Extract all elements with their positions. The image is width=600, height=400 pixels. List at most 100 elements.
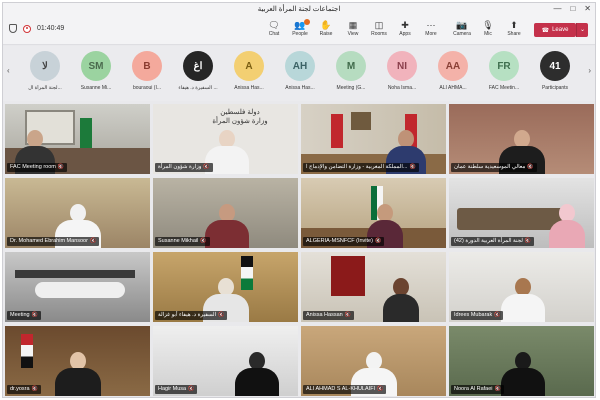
chat-button[interactable]: 🗨 Chat xyxy=(261,19,287,43)
leave-options-chevron-icon[interactable]: ⌄ xyxy=(576,23,588,37)
participant-name-tag: Anissa Hassan 🔇 xyxy=(303,311,354,320)
participant-avatar[interactable]: اغ السفيرة د. هيفاء ... xyxy=(170,51,226,91)
video-tile[interactable]: Idrees Mubarak 🔇 xyxy=(449,252,594,322)
video-tile[interactable]: ALGERIA-MSNFCF (Invite) 🔇 xyxy=(301,178,446,248)
participant-name: Susanne Mi... xyxy=(80,85,112,91)
maximize-icon[interactable]: □ xyxy=(570,4,575,14)
mic-off-icon: 🔇 xyxy=(57,164,65,170)
participant-name-tag: Hagir Musa 🔇 xyxy=(155,385,198,394)
avatar-initials: 41 xyxy=(540,51,570,81)
participant-name: السفيرة د. هيفاء ... xyxy=(178,85,218,91)
notification-badge xyxy=(304,19,310,25)
minimize-icon[interactable]: — xyxy=(553,4,561,14)
title-bar: اجتماعات لجنة المرأة العربية — □ ✕ xyxy=(3,3,595,15)
avatar-initials: M xyxy=(336,51,366,81)
more-dots-icon: ⋯ xyxy=(426,20,436,30)
apps-plus-icon: ✚ xyxy=(401,20,409,30)
avatar-initials: SM xyxy=(81,51,111,81)
camera-button[interactable]: 📷 Camera xyxy=(449,19,475,43)
participant-name-tag: معالي الموسعيدية سلطنة عمان 🔇 xyxy=(451,163,537,172)
participant-avatar[interactable]: AA ALI AHMA... xyxy=(425,51,481,91)
mic-off-icon: 🎙 xyxy=(482,20,494,30)
video-grid: FAC Meeting room 🔇 دولة فلسطين وزارة شؤون… xyxy=(5,104,595,396)
participants-count-button[interactable]: 41 Participants xyxy=(527,51,583,91)
participant-avatar[interactable]: Bbouraoui (I... xyxy=(119,51,175,91)
participant-avatar[interactable]: NI Noha Isma... xyxy=(374,51,430,91)
participant-name-tag: ALGERIA-MSNFCF (Invite) 🔇 xyxy=(303,237,385,246)
avatar-initials: AH xyxy=(285,51,315,81)
participant-name-tag: وزارة شؤون المرأة 🔇 xyxy=(155,163,213,172)
participant-gallery-strip: ‹ لا لجنة المرأة ال... SM Susanne Mi... Bbou… xyxy=(3,46,595,101)
participant-name-tag: Susanne Mikhail 🔇 xyxy=(155,237,210,246)
window-title: اجتماعات لجنة المرأة العربية xyxy=(257,6,341,13)
participant-name-tag: ALI AHMAD S AL-KHULAIFI 🔇 xyxy=(303,385,387,394)
scroll-left-icon[interactable]: ‹ xyxy=(7,66,10,75)
avatar-initials: لا xyxy=(30,51,60,81)
participant-name: Anissa Has... xyxy=(285,85,315,91)
video-tile[interactable]: Meeting 🔇 xyxy=(5,252,150,322)
participant-avatar[interactable]: لا لجنة المرأة ال... xyxy=(17,51,73,91)
people-button[interactable]: 👥 People xyxy=(287,19,313,43)
participant-name-tag: السفيرة د. هيفاء أبو غزالة 🔇 xyxy=(155,311,228,320)
video-tile[interactable]: دولة فلسطين وزارة شؤون المرأة وزارة شؤون… xyxy=(153,104,298,174)
participant-avatar[interactable]: M Meeting (G... xyxy=(323,51,379,91)
video-tile[interactable]: ALI AHMAD S AL-KHULAIFI 🔇 xyxy=(301,326,446,396)
avatar-initials: اغ xyxy=(183,51,213,81)
participant-name-tag: Meeting 🔇 xyxy=(7,311,41,320)
call-status: 01:40:49 xyxy=(9,24,64,33)
video-tile[interactable]: FAC Meeting room 🔇 xyxy=(5,104,150,174)
video-tile[interactable]: Noora Al Rafaei 🔇 xyxy=(449,326,594,396)
hand-icon: ✋ xyxy=(320,20,332,30)
participant-name-tag: Dr. Mohamed Ebrahim Mansoor 🔇 xyxy=(7,237,100,246)
participant-name: bouraoui (I... xyxy=(132,85,162,91)
video-tile[interactable]: Anissa Hassan 🔇 xyxy=(301,252,446,322)
participant-name: Anissa Has... xyxy=(234,85,264,91)
scroll-right-icon[interactable]: › xyxy=(588,66,591,75)
participant-name: Noha Isma... xyxy=(387,85,417,91)
avatar-initials: A xyxy=(234,51,264,81)
video-tile[interactable]: Dr. Mohamed Ebrahim Mansoor 🔇 xyxy=(5,178,150,248)
avatar-initials: NI xyxy=(387,51,417,81)
participant-avatar[interactable]: AH Anissa Has... xyxy=(272,51,328,91)
view-button[interactable]: ▦ View xyxy=(340,19,366,43)
participant-name: Participants xyxy=(541,85,569,91)
participant-name-tag: المملكة المغربية - وزارة التضامن والإدما… xyxy=(303,163,419,172)
participant-name: لجنة المرأة ال... xyxy=(28,85,62,91)
recording-icon xyxy=(23,24,31,33)
share-button[interactable]: ⬆ Share xyxy=(501,19,527,43)
phone-hangup-icon: ☎ xyxy=(541,27,550,34)
more-button[interactable]: ⋯ More xyxy=(418,19,444,43)
call-timer: 01:40:49 xyxy=(37,25,65,32)
close-icon[interactable]: ✕ xyxy=(584,4,591,14)
video-tile[interactable]: معالي الموسعيدية سلطنة عمان 🔇 xyxy=(449,104,594,174)
video-tile[interactable]: المملكة المغربية - وزارة التضامن والإدما… xyxy=(301,104,446,174)
view-grid-icon: ▦ xyxy=(348,20,358,30)
participant-name-tag: Noora Al Rafaei 🔇 xyxy=(451,385,504,394)
participant-avatar[interactable]: A Anissa Has... xyxy=(221,51,277,91)
avatar-initials: B xyxy=(132,51,162,81)
video-tile[interactable]: Susanne Mikhail 🔇 xyxy=(153,178,298,248)
raise-hand-button[interactable]: ✋ Raise xyxy=(313,19,339,43)
leave-button[interactable]: ☎ Leave xyxy=(534,23,576,37)
rooms-button[interactable]: ◫ Rooms xyxy=(366,19,392,43)
shield-icon xyxy=(9,24,17,33)
mic-button[interactable]: 🎙 Mic xyxy=(475,19,501,43)
participant-name-tag: Idrees Mubarak 🔇 xyxy=(451,311,504,320)
share-tray-icon: ⬆ xyxy=(510,20,518,30)
participant-name-tag: dr.yosra 🔇 xyxy=(7,385,41,394)
video-tile[interactable]: dr.yosra 🔇 xyxy=(5,326,150,396)
participant-avatar[interactable]: SM Susanne Mi... xyxy=(68,51,124,91)
participant-name: FAC Meetin... xyxy=(488,85,520,91)
participant-avatar[interactable]: FR FAC Meetin... xyxy=(476,51,532,91)
participant-name: Meeting (G... xyxy=(336,85,366,91)
video-tile[interactable]: لجنة المرأة العربية الدورة (42) 🔇 xyxy=(449,178,594,248)
camera-off-icon: 📷 xyxy=(456,20,468,30)
rooms-icon: ◫ xyxy=(374,20,384,30)
participant-name-tag: لجنة المرأة العربية الدورة (42) 🔇 xyxy=(451,237,535,246)
participant-name: ALI AHMA... xyxy=(439,85,467,91)
video-tile[interactable]: السفيرة د. هيفاء أبو غزالة 🔇 xyxy=(153,252,298,322)
teams-meeting-window: اجتماعات لجنة المرأة العربية — □ ✕ 01:40… xyxy=(2,2,596,398)
apps-button[interactable]: ✚ Apps xyxy=(392,19,418,43)
video-tile[interactable]: Hagir Musa 🔇 xyxy=(153,326,298,396)
participant-name-tag: FAC Meeting room 🔇 xyxy=(7,163,68,172)
